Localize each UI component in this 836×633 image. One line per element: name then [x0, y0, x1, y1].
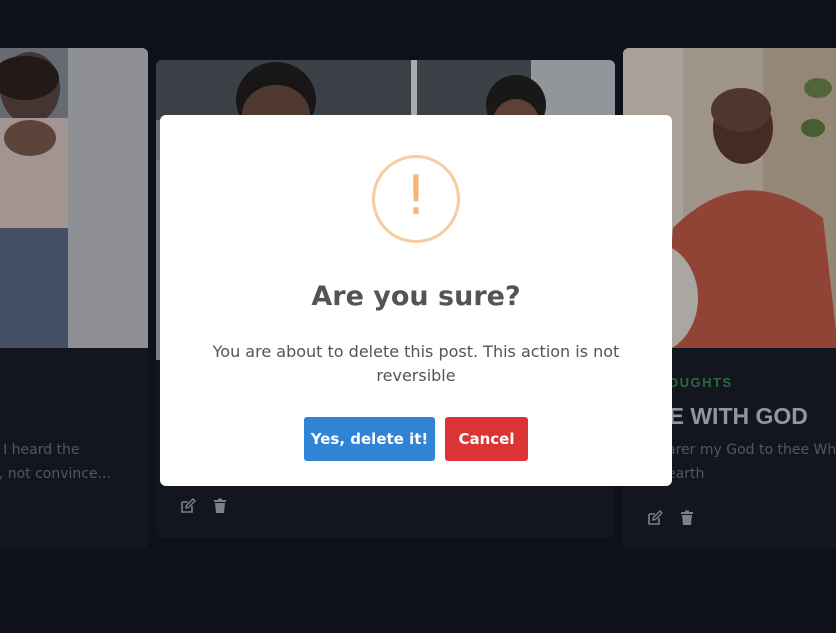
dialog-message: You are about to delete this post. This … — [212, 342, 620, 385]
warning-icon: ! — [372, 155, 460, 243]
dialog-title: Are you sure? — [311, 281, 521, 312]
confirm-delete-button[interactable]: Yes, delete it! — [304, 417, 435, 461]
confirm-dialog: ! Are you sure? You are about to delete … — [160, 115, 672, 486]
warning-icon-glyph: ! — [405, 164, 427, 227]
cancel-button[interactable]: Cancel — [445, 417, 528, 461]
